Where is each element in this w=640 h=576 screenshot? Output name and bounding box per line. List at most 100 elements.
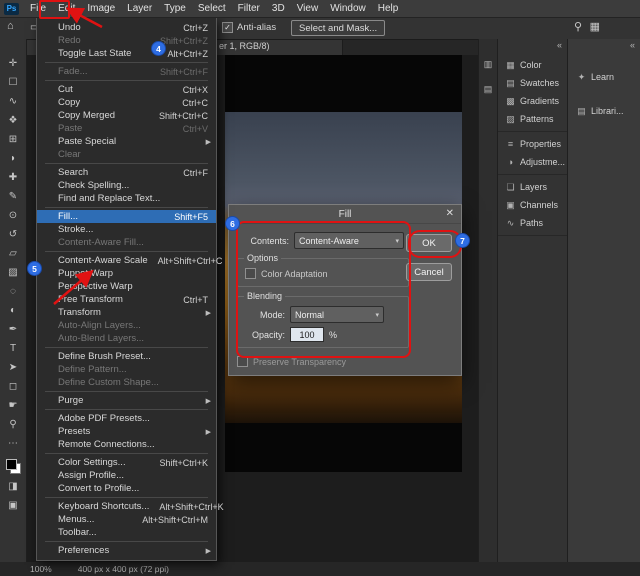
edit-menu-item-convert-to-profile[interactable]: Convert to Profile...	[37, 482, 216, 495]
info-panel-icon[interactable]: ▤	[484, 84, 493, 95]
edit-menu-item-presets[interactable]: Presets▶	[37, 425, 216, 438]
select-and-mask-button[interactable]: Select and Mask...	[291, 20, 385, 36]
panel-tab-librari[interactable]: ▤Librari...	[568, 101, 640, 121]
opacity-input[interactable]	[290, 327, 324, 342]
menu-3d[interactable]: 3D	[266, 0, 291, 17]
panel-tab-patterns[interactable]: ▨Patterns	[498, 110, 567, 128]
blur-tool-icon[interactable]: ◌	[4, 283, 22, 300]
gradient-tool-icon[interactable]: ▨	[4, 264, 22, 281]
swatches-panel-icon: ▤	[504, 78, 517, 89]
edit-menu-item-free-transform[interactable]: Free TransformCtrl+T	[37, 293, 216, 306]
brush-tool-icon[interactable]: ✎	[4, 188, 22, 205]
menu-item-label: Purge	[58, 395, 208, 406]
panel-tab-channels[interactable]: ▣Channels	[498, 196, 567, 214]
anti-alias-checkbox[interactable]: ✓	[222, 22, 233, 33]
clone-stamp-tool-icon[interactable]: ⊙	[4, 207, 22, 224]
edit-menu-item-perspective-warp[interactable]: Perspective Warp	[37, 280, 216, 293]
edit-menu-item-undo[interactable]: UndoCtrl+Z	[37, 21, 216, 34]
menu-select[interactable]: Select	[192, 0, 232, 17]
mode-dropdown[interactable]: Normal ▾	[290, 306, 384, 323]
menu-file[interactable]: File	[24, 0, 52, 17]
color-adaptation-checkbox[interactable]	[245, 268, 256, 279]
edit-menu-item-preferences[interactable]: Preferences▶	[37, 544, 216, 557]
quick-selection-tool-icon[interactable]: ❖	[4, 112, 22, 129]
edit-menu-item-stroke[interactable]: Stroke...	[37, 223, 216, 236]
edit-menu-item-remote-connections[interactable]: Remote Connections...	[37, 438, 216, 451]
marquee-tool-icon[interactable]: ☐	[4, 74, 22, 91]
edit-menu-item-keyboard-shortcuts[interactable]: Keyboard Shortcuts...Alt+Shift+Ctrl+K	[37, 500, 216, 513]
menu-help[interactable]: Help	[372, 0, 405, 17]
menu-image[interactable]: Image	[81, 0, 121, 17]
edit-menu-item-content-aware-scale[interactable]: Content-Aware ScaleAlt+Shift+Ctrl+C	[37, 254, 216, 267]
edit-menu-item-toggle-last-state[interactable]: Toggle Last StateAlt+Ctrl+Z	[37, 47, 216, 60]
eraser-tool-icon[interactable]: ▱	[4, 245, 22, 262]
edit-menu-item-find-and-replace-text[interactable]: Find and Replace Text...	[37, 192, 216, 205]
patterns-panel-icon: ▨	[504, 114, 517, 125]
menu-edit[interactable]: Edit	[52, 0, 81, 17]
zoom-tool-icon[interactable]: ⚲	[4, 416, 22, 433]
edit-menu-item-toolbar[interactable]: Toolbar...	[37, 526, 216, 539]
collapse-panels-icon[interactable]: «	[498, 39, 567, 53]
pen-tool-icon[interactable]: ✒	[4, 321, 22, 338]
crop-tool-icon[interactable]: ⊞	[4, 131, 22, 148]
hand-tool-icon[interactable]: ☛	[4, 397, 22, 414]
foreground-color-swatch[interactable]	[6, 459, 17, 470]
edit-toolbar-icon[interactable]: ⋯	[4, 435, 22, 452]
edit-menu-item-purge[interactable]: Purge▶	[37, 394, 216, 407]
edit-menu-item-define-brush-preset[interactable]: Define Brush Preset...	[37, 350, 216, 363]
menu-layer[interactable]: Layer	[121, 0, 158, 17]
edit-menu-item-search[interactable]: SearchCtrl+F	[37, 166, 216, 179]
screen-mode-icon[interactable]: ▣	[4, 497, 22, 514]
menu-view[interactable]: View	[291, 0, 325, 17]
dodge-tool-icon[interactable]: ◐	[4, 302, 22, 319]
color-swatches[interactable]	[6, 459, 21, 474]
anti-alias-option[interactable]: ✓ Anti-alias	[222, 22, 276, 33]
quick-mask-icon[interactable]: ◨	[4, 478, 22, 495]
edit-menu-item-assign-profile[interactable]: Assign Profile...	[37, 469, 216, 482]
menu-type[interactable]: Type	[158, 0, 192, 17]
panel-tab-swatches[interactable]: ▤Swatches	[498, 74, 567, 92]
edit-menu-item-color-settings[interactable]: Color Settings...Shift+Ctrl+K	[37, 456, 216, 469]
histogram-panel-icon[interactable]: ▥	[484, 59, 493, 70]
cancel-button[interactable]: Cancel	[406, 263, 452, 281]
contents-dropdown[interactable]: Content-Aware ▾	[294, 232, 404, 249]
close-icon[interactable]: ✕	[446, 208, 454, 219]
edit-menu-item-paste-special[interactable]: Paste Special▶	[37, 135, 216, 148]
edit-menu-item-adobe-pdf-presets[interactable]: Adobe PDF Presets...	[37, 412, 216, 425]
edit-menu-item-menus[interactable]: Menus...Alt+Shift+Ctrl+M	[37, 513, 216, 526]
panel-tab-layers[interactable]: ❏Layers	[498, 178, 567, 196]
menu-window[interactable]: Window	[324, 0, 372, 17]
path-selection-tool-icon[interactable]: ➤	[4, 359, 22, 376]
zoom-level[interactable]: 100%	[30, 564, 52, 574]
panel-tab-color[interactable]: ▦Color	[498, 56, 567, 74]
lasso-tool-icon[interactable]: ∿	[4, 93, 22, 110]
eyedropper-tool-icon[interactable]: ◗	[4, 150, 22, 167]
panel-tab-properties[interactable]: ≡Properties	[498, 135, 567, 153]
collapse-far-panels-icon[interactable]: «	[568, 39, 640, 53]
panel-tab-adjustme[interactable]: ◑Adjustme...	[498, 153, 567, 171]
type-tool-icon[interactable]: T	[4, 340, 22, 357]
shape-tool-icon[interactable]: ◻	[4, 378, 22, 395]
search-icon[interactable]: ⚲	[574, 20, 582, 33]
edit-menu-item-copy[interactable]: CopyCtrl+C	[37, 96, 216, 109]
preserve-transparency-checkbox[interactable]	[237, 356, 248, 367]
edit-menu-item-cut[interactable]: CutCtrl+X	[37, 83, 216, 96]
edit-menu-item-puppet-warp[interactable]: Puppet Warp	[37, 267, 216, 280]
edit-menu-item-copy-merged[interactable]: Copy MergedShift+Ctrl+C	[37, 109, 216, 122]
panel-tab-learn[interactable]: ✦Learn	[568, 67, 640, 87]
healing-brush-tool-icon[interactable]: ✚	[4, 169, 22, 186]
menu-filter[interactable]: Filter	[232, 0, 266, 17]
move-tool-icon[interactable]: ✛	[4, 55, 22, 72]
history-brush-tool-icon[interactable]: ↺	[4, 226, 22, 243]
workspace-switcher-icon[interactable]: ▦	[590, 20, 600, 33]
preserve-transparency-option[interactable]: Preserve Transparency	[237, 356, 409, 367]
ok-button[interactable]: OK	[406, 234, 452, 252]
panel-tab-gradients[interactable]: ▩Gradients	[498, 92, 567, 110]
home-icon[interactable]: ⌂	[7, 20, 14, 32]
edit-menu-item-fill[interactable]: Fill...Shift+F5	[37, 210, 216, 223]
color-adaptation-option[interactable]: Color Adaptation	[245, 268, 401, 279]
fill-dialog-titlebar[interactable]: Fill ✕	[229, 205, 461, 224]
edit-menu-item-check-spelling[interactable]: Check Spelling...	[37, 179, 216, 192]
edit-menu-item-transform[interactable]: Transform▶	[37, 306, 216, 319]
panel-tab-paths[interactable]: ∿Paths	[498, 214, 567, 232]
